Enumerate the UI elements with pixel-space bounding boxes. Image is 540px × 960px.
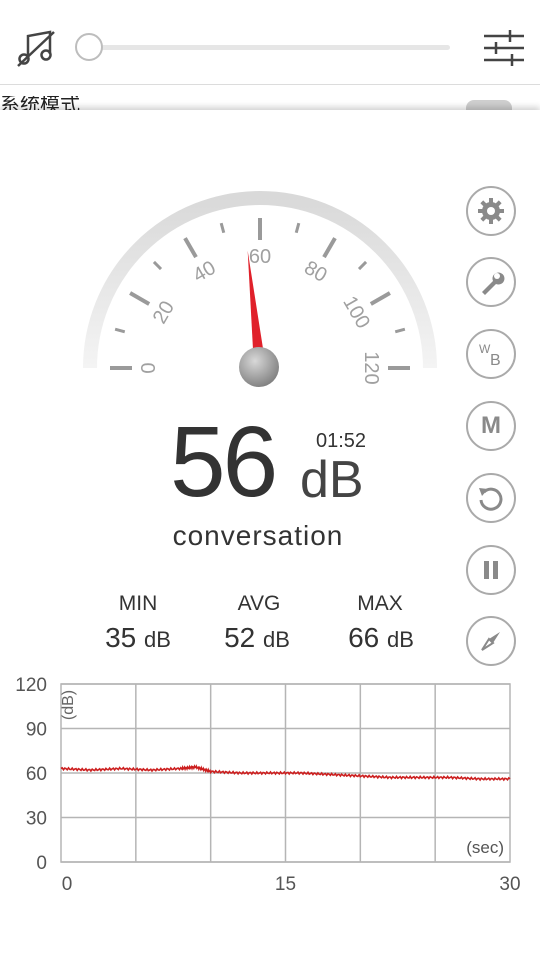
reset-button[interactable] <box>466 473 516 523</box>
chart-y-tick-label: 0 <box>36 853 47 874</box>
chart-y-tick-label: 60 <box>26 764 47 785</box>
min-label: MIN <box>118 592 158 615</box>
system-mode-label: 系统模式 <box>0 96 80 110</box>
compass-button[interactable] <box>466 616 516 666</box>
decibel-history-chart: 0 30 60 90 120 0 15 30 (dB) (sec) <box>15 675 520 895</box>
volume-slider-track[interactable] <box>90 45 450 50</box>
elapsed-timer: 01:52 <box>316 430 367 452</box>
weighting-b-label: B <box>490 352 501 369</box>
max-value: 66 dB <box>348 622 414 653</box>
chart-x-tick-label: 15 <box>275 874 296 895</box>
gauge-hub <box>239 347 279 387</box>
gauge-tick-label: 60 <box>249 246 271 268</box>
chart-y-tick-label: 90 <box>26 720 47 741</box>
avg-label: AVG <box>237 592 281 615</box>
music-note-slash-icon[interactable] <box>14 26 58 70</box>
wrench-icon <box>482 272 505 295</box>
volume-slider-knob[interactable] <box>75 33 103 61</box>
noise-level-description: conversation <box>172 520 344 551</box>
memo-button[interactable]: M <box>466 401 516 451</box>
avg-value: 52 dB <box>224 622 290 653</box>
gauge-tick <box>219 222 226 234</box>
pause-icon <box>484 561 498 579</box>
max-label: MAX <box>357 592 403 615</box>
top-bar <box>0 0 540 96</box>
chart-x-tick-label: 30 <box>499 874 520 895</box>
gauge-tick <box>369 291 391 306</box>
chart-y-tick-label: 30 <box>26 809 47 830</box>
gauge-tick <box>294 222 301 234</box>
chart-y-axis-label: (dB) <box>60 690 77 720</box>
pause-button[interactable] <box>466 545 516 595</box>
gauge-tick <box>183 237 198 259</box>
chart-x-axis-label: (sec) <box>466 838 504 857</box>
sound-level-gauge: 0 20 40 60 80 100 120 <box>83 191 437 387</box>
gauge-tick-label: 0 <box>138 362 160 373</box>
settings-button[interactable] <box>466 186 516 236</box>
gauge-tick-label: 40 <box>189 257 219 287</box>
gauge-tick <box>322 237 337 259</box>
weighting-button[interactable]: W B <box>466 329 516 379</box>
equalizer-sliders-icon[interactable] <box>482 28 526 68</box>
decibel-reading: 56 <box>170 406 278 518</box>
gauge-tick-label: 80 <box>300 257 330 287</box>
wb-icon: W B <box>479 342 501 369</box>
m-icon: M <box>481 412 501 439</box>
chart-x-tick-label: 0 <box>62 874 73 895</box>
gauge-tick <box>394 327 406 334</box>
divider <box>0 84 540 85</box>
gauge-tick-label: 120 <box>360 351 382 384</box>
gauge-tick <box>129 291 151 306</box>
gauge-tick <box>357 260 368 271</box>
system-mode-row[interactable]: 系统模式 <box>0 96 540 110</box>
gauge-tick-label: 100 <box>338 293 374 333</box>
refresh-icon <box>479 487 503 511</box>
decibel-unit: dB <box>300 451 364 509</box>
gauge-tick <box>114 327 126 334</box>
compass-icon <box>481 632 500 651</box>
calibrate-button[interactable] <box>466 257 516 307</box>
gauge-tick <box>152 260 163 271</box>
gear-icon <box>478 198 504 224</box>
gauge-tick-label: 20 <box>149 297 179 327</box>
chart-y-tick-label: 120 <box>15 675 47 696</box>
